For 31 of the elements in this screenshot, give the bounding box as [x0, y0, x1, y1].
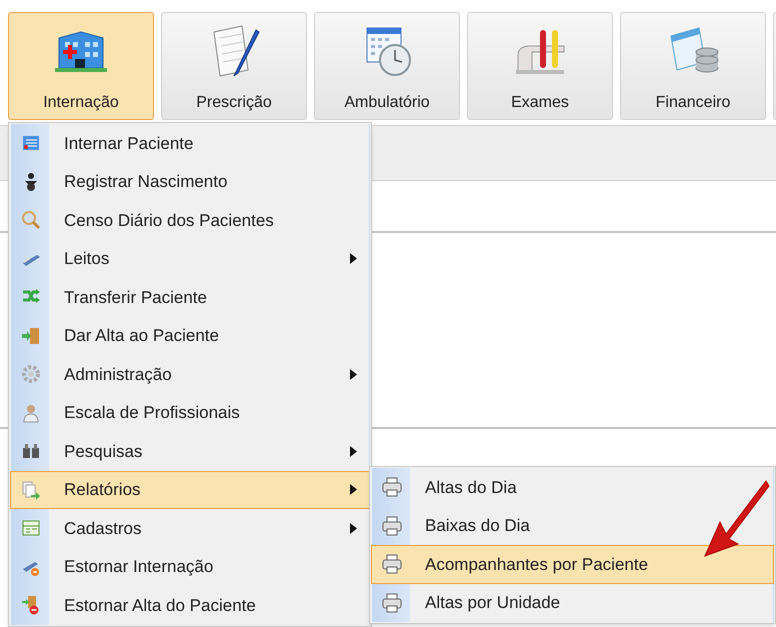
printer-icon [382, 477, 402, 498]
menu-item[interactable]: Pesquisas [10, 432, 370, 470]
menu-item[interactable]: Registrar Nascimento [10, 162, 370, 201]
toolbar-button[interactable]: Ambulatório [314, 12, 460, 120]
menu-item[interactable]: Censo Diário dos Pacientes [10, 201, 370, 240]
menu-item[interactable]: Administração [10, 355, 370, 394]
search-icon [21, 210, 41, 230]
toolbar-button[interactable]: Prescrição [161, 12, 307, 120]
menu-item[interactable]: Estornar Alta do Paciente [10, 586, 370, 624]
printer-icon [382, 592, 402, 613]
toolbar-button[interactable]: Internação [8, 12, 154, 120]
door-remove-icon [21, 595, 41, 616]
toolbar-button[interactable]: Financeiro [620, 12, 766, 120]
menu-item[interactable]: Relatórios [10, 470, 370, 509]
menu-item[interactable]: Acompanhantes por Paciente [371, 545, 774, 584]
form-icon [21, 518, 41, 538]
printer-icon [382, 554, 402, 574]
documents-arrow-icon [21, 480, 41, 500]
gear-icon [21, 364, 41, 384]
menu-item[interactable]: Dar Alta ao Paciente [10, 316, 370, 355]
printer-icon [382, 516, 402, 536]
menu-item[interactable]: Transferir Paciente [10, 278, 370, 316]
menu-item[interactable]: Baixas do Dia [371, 506, 774, 545]
exit-door-icon [21, 326, 41, 346]
doctor-icon [21, 402, 41, 423]
menu-item[interactable]: Escala de Profissionais [10, 394, 370, 432]
menu-item[interactable]: Leitos [10, 240, 370, 278]
toolbar-button[interactable]: Exames [467, 12, 613, 120]
menu-item[interactable]: Internar Paciente [10, 124, 370, 162]
menu-item[interactable]: Altas do Dia [371, 468, 774, 506]
menu-item[interactable]: Altas por Unidade [371, 584, 774, 622]
